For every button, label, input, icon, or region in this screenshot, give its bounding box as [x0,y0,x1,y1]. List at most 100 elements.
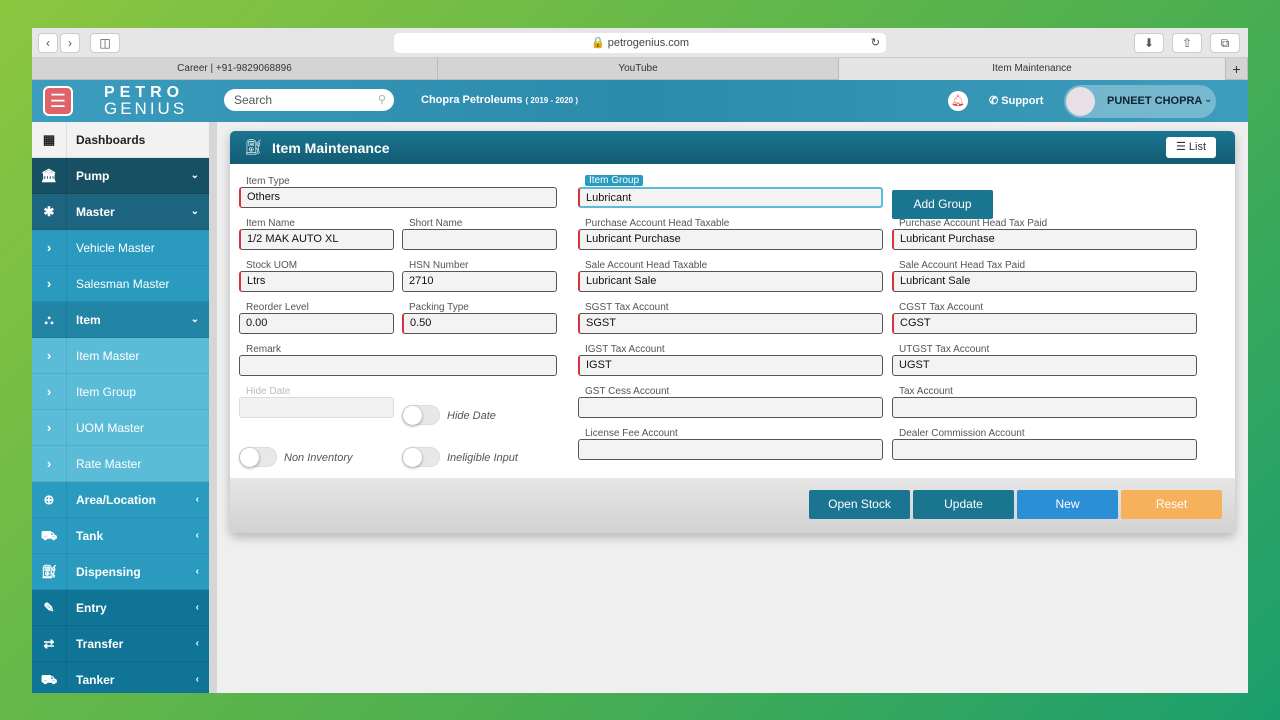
back-icon[interactable]: ‹ [38,33,58,53]
tab-career[interactable]: Career | +91-9829068896 [32,58,438,80]
sidebar-item-uom-master[interactable]: › UOM Master [32,410,209,446]
igst-field: IGST IGST Tax Account [578,344,883,376]
sidebar-label: Rate Master [76,457,142,471]
item-group-input[interactable]: Lubricant [578,187,883,208]
item-name-input[interactable]: 1/2 MAK AUTO XL [239,229,394,250]
sidebar-item-pump[interactable]: 🏛︎ Pump ⌄ [32,158,209,194]
pur-paid-input[interactable]: Lubricant Purchase [892,229,1197,250]
chevron-left-icon: ‹ [195,566,199,577]
hide-date-input[interactable] [239,397,394,418]
sidebar-item-rate-master[interactable]: › Rate Master [32,446,209,482]
item-type-input[interactable]: Others [239,187,557,208]
sidebar-item-vehicle-master[interactable]: › Vehicle Master [32,230,209,266]
pur-tax-input[interactable]: Lubricant Purchase [578,229,883,250]
share-icon[interactable]: ⇧ [1172,33,1202,53]
add-group-button[interactable]: Add Group [892,190,993,219]
tab-youtube[interactable]: YouTube [438,58,839,80]
igst-input[interactable]: IGST [578,355,883,376]
sale-paid-field: Lubricant Sale Sale Account Head Tax Paid [892,260,1197,292]
sidebar-label: Item Group [76,385,137,399]
tax-input[interactable] [892,397,1197,418]
reorder-input[interactable]: 0.00 [239,313,394,334]
chevron-right-icon: › [32,374,67,410]
sidebar-item-dashboards[interactable]: ▦ Dashboards [32,122,209,158]
sidebar-item-tanker[interactable]: ⛟ Tanker ‹ [32,662,209,693]
list-button[interactable]: ☰ List [1166,137,1216,158]
chevron-left-icon: ‹ [195,530,199,541]
sgst-input[interactable]: SGST [578,313,883,334]
item-type-field: Others Item Type [239,176,557,208]
non-inventory-toggle[interactable] [239,447,277,467]
sidebar-item-salesman-master[interactable]: › Salesman Master [32,266,209,302]
sidebar-item-item-group[interactable]: › Item Group [32,374,209,410]
sidebar-toggle-icon[interactable]: ◫ [90,33,120,53]
ineligible-input-toggle[interactable] [402,447,440,467]
sidebar-item-area-location[interactable]: ⊕ Area/Location ‹ [32,482,209,518]
truck-icon: ⛟ [32,662,67,693]
bell-icon[interactable]: 🔔︎ [948,91,968,111]
reload-icon[interactable]: ↻ [871,33,880,53]
packing-input[interactable]: 0.50 [402,313,557,334]
exchange-icon: ⇄ [32,626,67,662]
bank-icon: 🏛︎ [32,158,67,194]
hide-date-toggle[interactable] [402,405,440,425]
new-tab-icon[interactable]: + [1226,58,1248,80]
hsn-input[interactable]: 2710 [402,271,557,292]
list-label: List [1188,141,1207,153]
update-button[interactable]: Update [913,490,1014,519]
chevron-down-icon: ⌄ [190,314,199,325]
open-stock-button[interactable]: Open Stock [809,490,910,519]
tab-item-maintenance[interactable]: Item Maintenance [839,58,1226,80]
cess-input[interactable] [578,397,883,418]
sidebar-label: Transfer [76,637,124,651]
globe-icon: ⊕ [32,482,67,518]
menu-icon[interactable]: ☰ [43,86,73,116]
sidebar-item-item-master[interactable]: › Item Master [32,338,209,374]
field-label: Hide Date [246,386,291,397]
search-icon[interactable]: ⚲ [378,93,386,106]
sidebar-item-tank[interactable]: ⛟ Tank ‹ [32,518,209,554]
utgst-input[interactable]: UGST [892,355,1197,376]
new-button[interactable]: New [1017,490,1118,519]
support-link[interactable]: ✆ Support [989,94,1043,107]
dealer-input[interactable] [892,439,1197,460]
sidebar-scrollbar[interactable] [209,122,217,693]
chevron-down-icon: ⌄ [190,170,199,181]
sidebar: ▦ Dashboards 🏛︎ Pump ⌄ ✱ Master ⌄ › Vehicle Ma… [32,122,209,693]
sidebar-label: Tanker [76,673,115,687]
sidebar-label: Salesman Master [76,277,170,291]
user-menu[interactable]: PUNEET CHOPRA ⌄ [1064,85,1216,118]
company-name: Chopra Petroleums ( 2019 - 2020 ) [421,94,578,106]
truck-icon: ⛟ [32,518,67,554]
field-label: Remark [246,344,282,355]
cgst-input[interactable]: CGST [892,313,1197,334]
stock-uom-input[interactable]: Ltrs [239,271,394,292]
tabs-overview-icon[interactable]: ⧉ [1210,33,1240,53]
sidebar-label: Area/Location [76,493,157,507]
sidebar-label: Pump [76,169,110,183]
sidebar-item-dispensing[interactable]: ⛽︎ Dispensing ‹ [32,554,209,590]
ineligible-input-label: Ineligible Input [447,452,518,464]
sale-tax-input[interactable]: Lubricant Sale [578,271,883,292]
sidebar-item-item[interactable]: ⛬ Item ⌄ [32,302,209,338]
address-bar[interactable]: 🔒 petrogenius.com ↻ [394,33,886,53]
sale-paid-input[interactable]: Lubricant Sale [892,271,1197,292]
chevron-right-icon: › [32,230,67,266]
remark-input[interactable] [239,355,557,376]
avatar [1066,87,1095,116]
download-icon[interactable]: ⬇ [1134,33,1164,53]
sidebar-label: Dispensing [76,565,141,579]
chevron-left-icon: ‹ [195,494,199,505]
sidebar-item-transfer[interactable]: ⇄ Transfer ‹ [32,626,209,662]
cubes-icon: ⛬ [32,302,67,338]
sidebar-item-master[interactable]: ✱ Master ⌄ [32,194,209,230]
search-input[interactable]: Search ⚲ [224,89,394,111]
reset-button[interactable]: Reset [1121,490,1222,519]
license-input[interactable] [578,439,883,460]
forward-icon[interactable]: › [60,33,80,53]
field-label: Item Type [246,176,290,187]
field-label: Sale Account Head Tax Paid [899,260,1026,271]
short-name-input[interactable] [402,229,557,250]
sidebar-item-entry[interactable]: ✎ Entry ‹ [32,590,209,626]
grid-icon: ▦ [32,122,67,158]
